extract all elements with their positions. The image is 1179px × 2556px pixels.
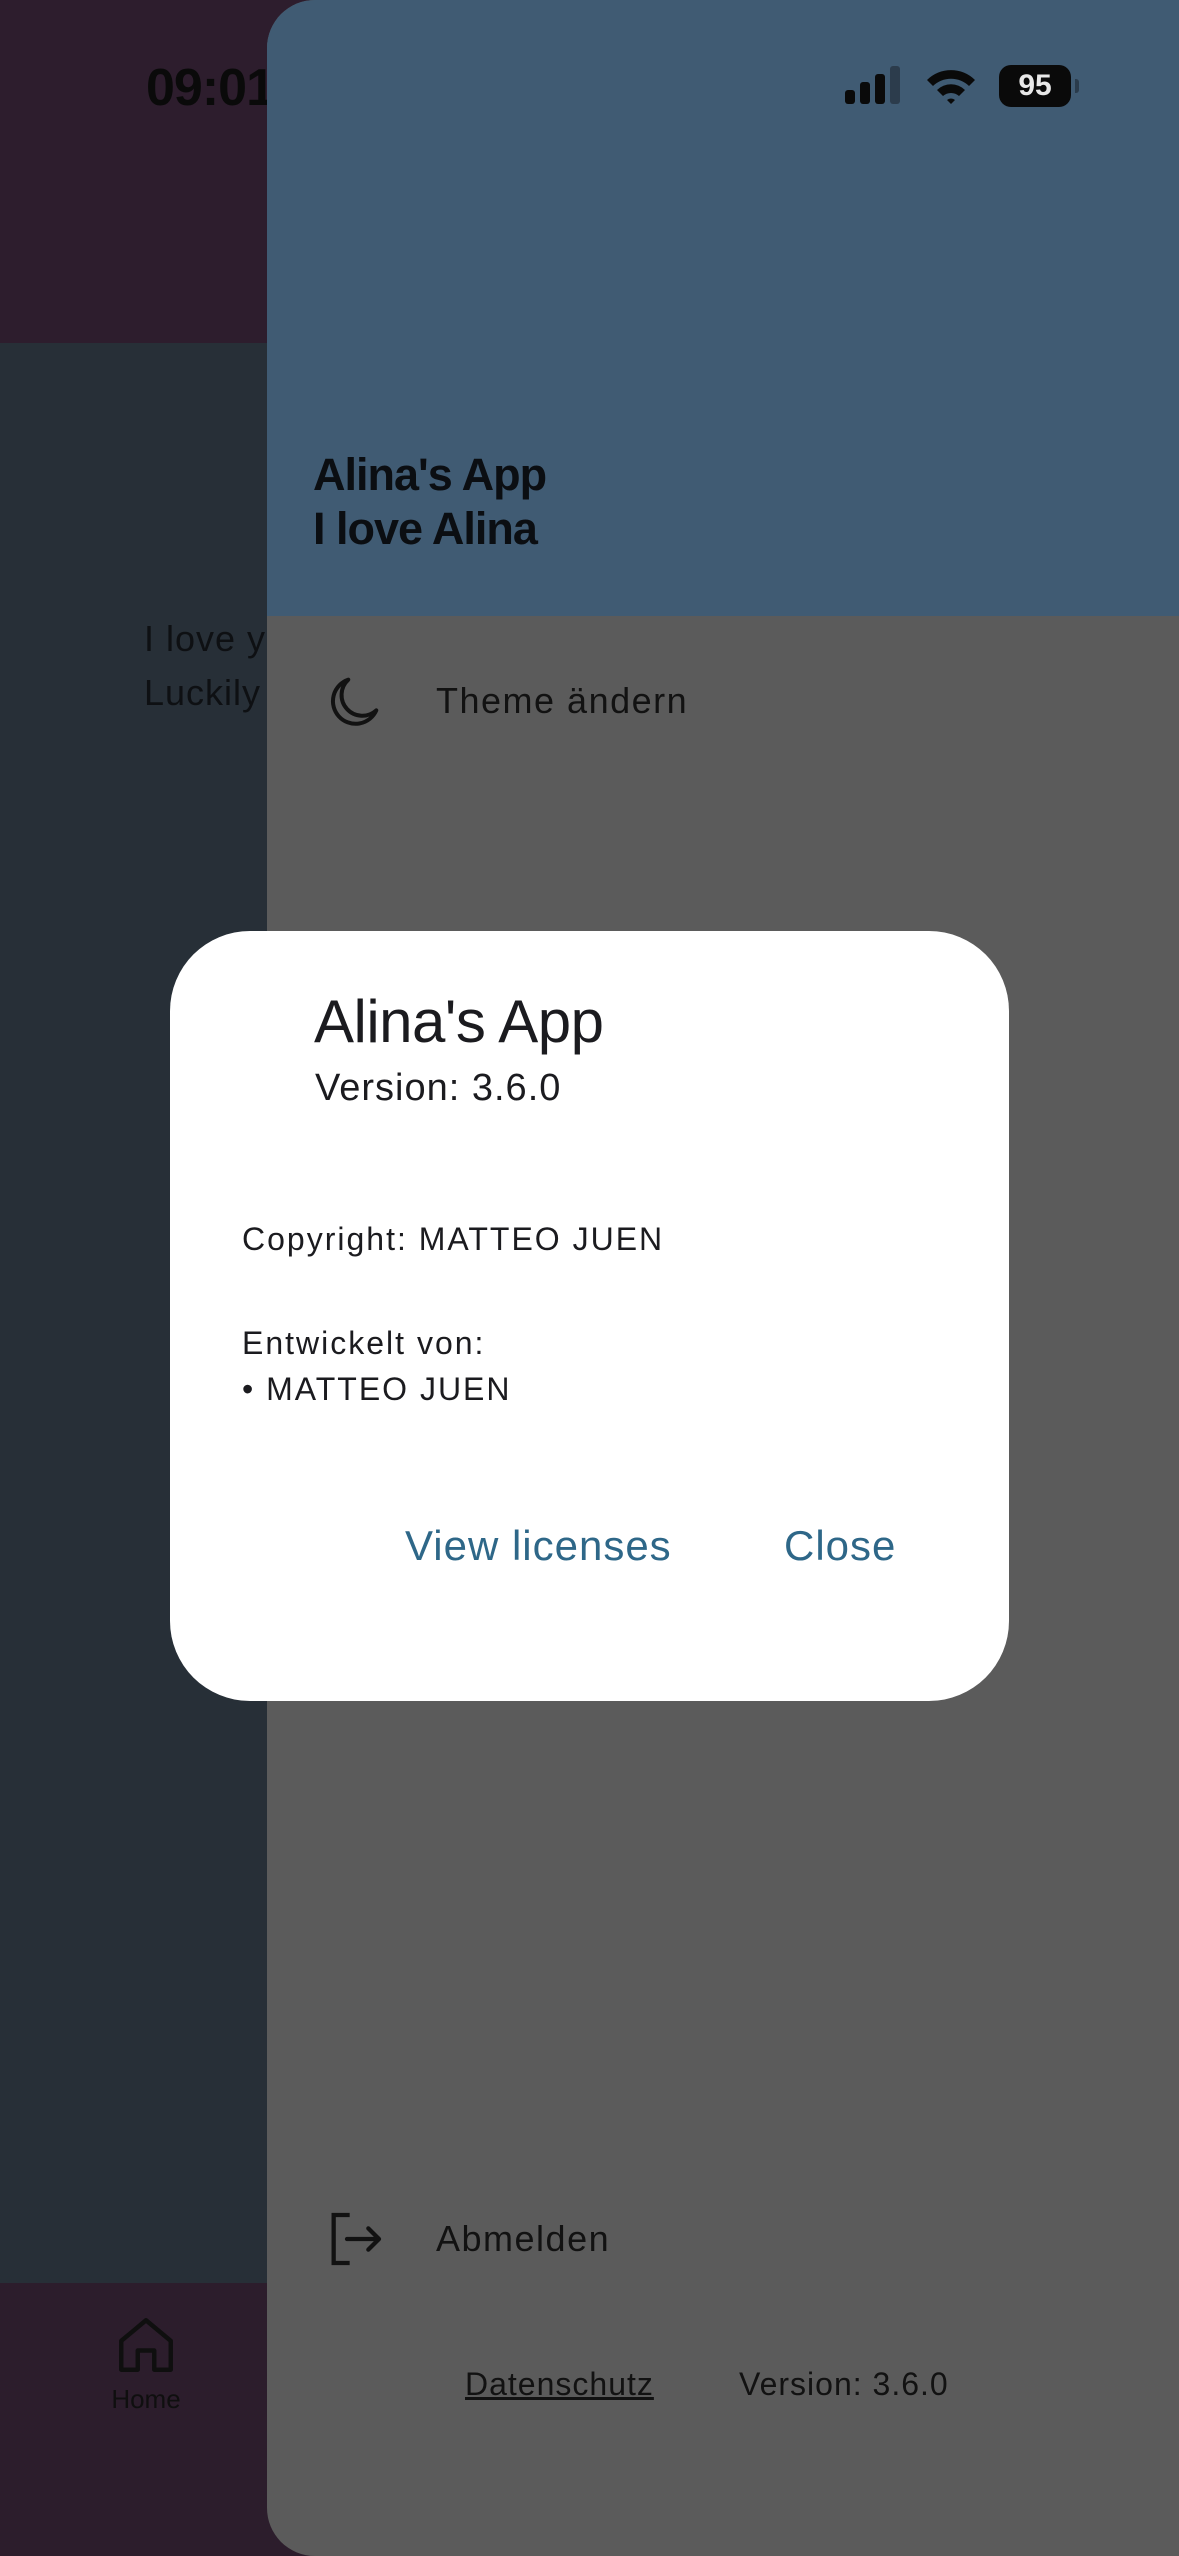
- status-time: 09:01: [146, 59, 275, 117]
- drawer-item-logout[interactable]: Abmelden: [267, 2184, 1179, 2294]
- drawer-subtitle: I love Alina: [313, 503, 538, 554]
- cellular-signal-icon: [845, 66, 900, 104]
- background-text-line2: Luckily: [144, 672, 262, 713]
- view-licenses-button[interactable]: View licenses: [405, 1522, 672, 1570]
- drawer-footer: Datenschutz Version: 3.6.0: [267, 2366, 1179, 2426]
- status-icons: 95: [845, 62, 1079, 110]
- dialog-version: Version: 3.6.0: [315, 1067, 562, 1109]
- home-icon: [119, 2318, 173, 2372]
- drawer-item-theme-label: Theme ändern: [436, 680, 689, 721]
- background-text: I love y Luckily: [144, 612, 266, 720]
- wifi-icon: [927, 70, 975, 104]
- battery-indicator: 95: [999, 65, 1079, 107]
- drawer-header-title: Alina's App I love Alina: [313, 448, 547, 556]
- privacy-link[interactable]: Datenschutz: [465, 2366, 654, 2403]
- background-text-line1: I love y: [144, 618, 267, 659]
- close-button[interactable]: Close: [784, 1522, 896, 1570]
- nav-home-label: Home: [111, 2384, 181, 2414]
- drawer-app-name: Alina's App: [313, 449, 547, 500]
- footer-version: Version: 3.6.0: [739, 2366, 949, 2402]
- logout-icon: [323, 2207, 387, 2271]
- dialog-developer-item: • MATTEO JUEN: [242, 1371, 512, 1407]
- dialog-title: Alina's App: [314, 988, 604, 1055]
- dialog-developed-by-heading: Entwickelt von:: [242, 1325, 486, 1361]
- drawer-item-theme[interactable]: Theme ändern: [267, 646, 1179, 756]
- drawer-item-logout-label: Abmelden: [436, 2218, 611, 2259]
- about-dialog: Alina's App Version: 3.6.0 Copyright: MA…: [170, 931, 1009, 1701]
- nav-item-home[interactable]: Home: [96, 2312, 196, 2432]
- moon-icon: [323, 669, 387, 733]
- dialog-copyright: Copyright: MATTEO JUEN: [242, 1221, 665, 1257]
